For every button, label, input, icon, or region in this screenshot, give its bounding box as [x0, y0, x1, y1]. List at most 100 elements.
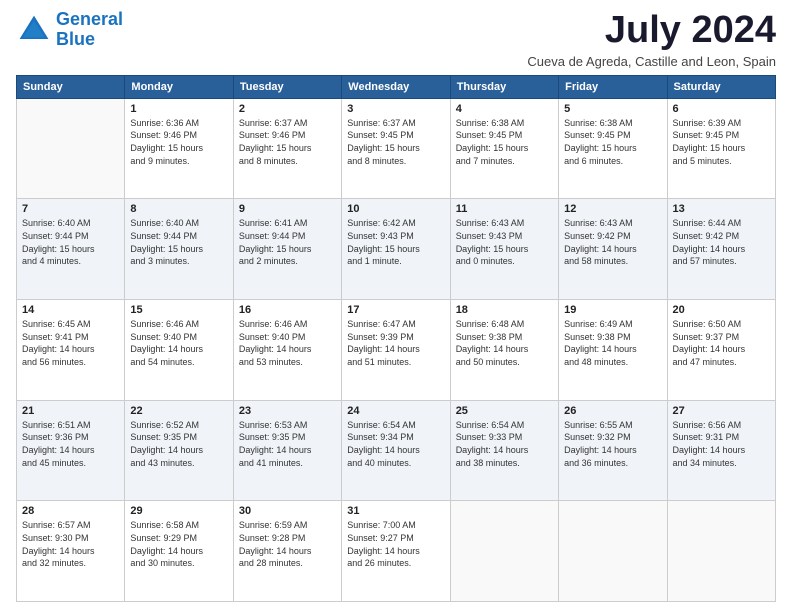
calendar-header-row: SundayMondayTuesdayWednesdayThursdayFrid… [17, 75, 776, 98]
calendar-cell: 23 Sunrise: 6:53 AMSunset: 9:35 PMDayligh… [233, 400, 341, 501]
day-number: 26 [564, 405, 661, 417]
day-info: Sunrise: 6:54 AMSunset: 9:34 PMDaylight:… [347, 419, 444, 469]
day-number: 25 [456, 405, 553, 417]
calendar-cell [17, 98, 125, 199]
logo-general: General [56, 9, 123, 29]
day-info: Sunrise: 6:40 AMSunset: 9:44 PMDaylight:… [22, 217, 119, 267]
day-number: 24 [347, 405, 444, 417]
day-info: Sunrise: 6:37 AMSunset: 9:45 PMDaylight:… [347, 117, 444, 167]
calendar-cell: 19Sunrise: 6:49 AMSunset: 9:38 PMDayligh… [559, 300, 667, 401]
day-number: 16 [239, 304, 336, 316]
calendar-cell: 20 Sunrise: 6:50 AMSunset: 9:37 PMDayligh… [667, 300, 775, 401]
calendar-cell: 4Sunrise: 6:38 AMSunset: 9:45 PMDaylight… [450, 98, 558, 199]
calendar-cell: 7 Sunrise: 6:40 AMSunset: 9:44 PMDaylight… [17, 199, 125, 300]
day-info: Sunrise: 6:56 AMSunset: 9:31 PMDaylight:… [673, 419, 770, 469]
calendar-cell: 21 Sunrise: 6:51 AMSunset: 9:36 PMDayligh… [17, 400, 125, 501]
calendar-cell: 6 Sunrise: 6:39 AMSunset: 9:45 PMDaylight… [667, 98, 775, 199]
day-number: 14 [22, 304, 119, 316]
day-info: Sunrise: 6:59 AMSunset: 9:28 PMDaylight:… [239, 519, 336, 569]
day-info: Sunrise: 6:38 AMSunset: 9:45 PMDaylight:… [456, 117, 553, 167]
day-info: Sunrise: 6:47 AMSunset: 9:39 PMDaylight:… [347, 318, 444, 368]
day-number: 21 [22, 405, 119, 417]
day-info: Sunrise: 6:39 AMSunset: 9:45 PMDaylight:… [673, 117, 770, 167]
day-number: 19 [564, 304, 661, 316]
calendar-cell: 24 Sunrise: 6:54 AMSunset: 9:34 PMDayligh… [342, 400, 450, 501]
col-header-sunday: Sunday [17, 75, 125, 98]
calendar-cell: 30Sunrise: 6:59 AMSunset: 9:28 PMDayligh… [233, 501, 341, 602]
calendar-cell: 12Sunrise: 6:43 AMSunset: 9:42 PMDayligh… [559, 199, 667, 300]
day-number: 31 [347, 505, 444, 517]
day-number: 20 [673, 304, 770, 316]
day-number: 7 [22, 203, 119, 215]
day-info: Sunrise: 6:41 AMSunset: 9:44 PMDaylight:… [239, 217, 336, 267]
calendar-week-row: 7 Sunrise: 6:40 AMSunset: 9:44 PMDaylight… [17, 199, 776, 300]
day-info: Sunrise: 6:57 AMSunset: 9:30 PMDaylight:… [22, 519, 119, 569]
day-number: 13 [673, 203, 770, 215]
calendar-cell: 31 Sunrise: 7:00 AMSunset: 9:27 PMDayligh… [342, 501, 450, 602]
month-title: July 2024 [527, 10, 776, 52]
calendar-cell: 22 Sunrise: 6:52 AMSunset: 9:35 PMDayligh… [125, 400, 233, 501]
day-info: Sunrise: 6:46 AMSunset: 9:40 PMDaylight:… [239, 318, 336, 368]
calendar-cell: 5Sunrise: 6:38 AMSunset: 9:45 PMDaylight… [559, 98, 667, 199]
day-info: Sunrise: 6:52 AMSunset: 9:35 PMDaylight:… [130, 419, 227, 469]
day-number: 12 [564, 203, 661, 215]
calendar-table: SundayMondayTuesdayWednesdayThursdayFrid… [16, 75, 776, 602]
calendar-cell: 25 Sunrise: 6:54 AMSunset: 9:33 PMDayligh… [450, 400, 558, 501]
calendar-week-row: 28 Sunrise: 6:57 AMSunset: 9:30 PMDayligh… [17, 501, 776, 602]
calendar-cell [559, 501, 667, 602]
day-number: 1 [130, 103, 227, 115]
logo-text: General Blue [56, 10, 123, 50]
day-number: 23 [239, 405, 336, 417]
day-number: 9 [239, 203, 336, 215]
day-info: Sunrise: 6:38 AMSunset: 9:45 PMDaylight:… [564, 117, 661, 167]
col-header-wednesday: Wednesday [342, 75, 450, 98]
calendar-cell: 28 Sunrise: 6:57 AMSunset: 9:30 PMDayligh… [17, 501, 125, 602]
calendar-cell: 17 Sunrise: 6:47 AMSunset: 9:39 PMDayligh… [342, 300, 450, 401]
day-info: Sunrise: 6:43 AMSunset: 9:43 PMDaylight:… [456, 217, 553, 267]
calendar-cell: 2 Sunrise: 6:37 AMSunset: 9:46 PMDaylight… [233, 98, 341, 199]
calendar-cell: 13Sunrise: 6:44 AMSunset: 9:42 PMDayligh… [667, 199, 775, 300]
day-info: Sunrise: 6:54 AMSunset: 9:33 PMDaylight:… [456, 419, 553, 469]
day-number: 6 [673, 103, 770, 115]
day-info: Sunrise: 6:45 AMSunset: 9:41 PMDaylight:… [22, 318, 119, 368]
calendar-week-row: 1Sunrise: 6:36 AMSunset: 9:46 PMDaylight… [17, 98, 776, 199]
calendar-cell: 8 Sunrise: 6:40 AMSunset: 9:44 PMDaylight… [125, 199, 233, 300]
calendar-cell: 16 Sunrise: 6:46 AMSunset: 9:40 PMDayligh… [233, 300, 341, 401]
day-number: 17 [347, 304, 444, 316]
day-number: 29 [130, 505, 227, 517]
logo: General Blue [16, 10, 123, 50]
day-info: Sunrise: 6:58 AMSunset: 9:29 PMDaylight:… [130, 519, 227, 569]
day-info: Sunrise: 6:42 AMSunset: 9:43 PMDaylight:… [347, 217, 444, 267]
logo-icon [16, 12, 52, 48]
calendar-cell: 26Sunrise: 6:55 AMSunset: 9:32 PMDayligh… [559, 400, 667, 501]
col-header-saturday: Saturday [667, 75, 775, 98]
col-header-thursday: Thursday [450, 75, 558, 98]
calendar-cell: 15Sunrise: 6:46 AMSunset: 9:40 PMDayligh… [125, 300, 233, 401]
day-info: Sunrise: 6:50 AMSunset: 9:37 PMDaylight:… [673, 318, 770, 368]
day-info: Sunrise: 7:00 AMSunset: 9:27 PMDaylight:… [347, 519, 444, 569]
day-number: 8 [130, 203, 227, 215]
page: General Blue July 2024 Cueva de Agreda, … [0, 0, 792, 612]
day-number: 22 [130, 405, 227, 417]
calendar-cell: 9 Sunrise: 6:41 AMSunset: 9:44 PMDaylight… [233, 199, 341, 300]
day-info: Sunrise: 6:40 AMSunset: 9:44 PMDaylight:… [130, 217, 227, 267]
calendar-cell: 29 Sunrise: 6:58 AMSunset: 9:29 PMDayligh… [125, 501, 233, 602]
calendar-cell: 14 Sunrise: 6:45 AMSunset: 9:41 PMDayligh… [17, 300, 125, 401]
logo-blue: Blue [56, 29, 95, 49]
col-header-tuesday: Tuesday [233, 75, 341, 98]
day-number: 18 [456, 304, 553, 316]
day-number: 28 [22, 505, 119, 517]
day-number: 10 [347, 203, 444, 215]
day-info: Sunrise: 6:51 AMSunset: 9:36 PMDaylight:… [22, 419, 119, 469]
day-info: Sunrise: 6:46 AMSunset: 9:40 PMDaylight:… [130, 318, 227, 368]
day-number: 3 [347, 103, 444, 115]
calendar-cell: 11Sunrise: 6:43 AMSunset: 9:43 PMDayligh… [450, 199, 558, 300]
day-info: Sunrise: 6:48 AMSunset: 9:38 PMDaylight:… [456, 318, 553, 368]
day-number: 2 [239, 103, 336, 115]
calendar-cell: 27Sunrise: 6:56 AMSunset: 9:31 PMDayligh… [667, 400, 775, 501]
calendar-cell: 10 Sunrise: 6:42 AMSunset: 9:43 PMDayligh… [342, 199, 450, 300]
title-block: July 2024 Cueva de Agreda, Castille and … [527, 10, 776, 69]
calendar-cell: 1Sunrise: 6:36 AMSunset: 9:46 PMDaylight… [125, 98, 233, 199]
day-info: Sunrise: 6:37 AMSunset: 9:46 PMDaylight:… [239, 117, 336, 167]
day-info: Sunrise: 6:53 AMSunset: 9:35 PMDaylight:… [239, 419, 336, 469]
